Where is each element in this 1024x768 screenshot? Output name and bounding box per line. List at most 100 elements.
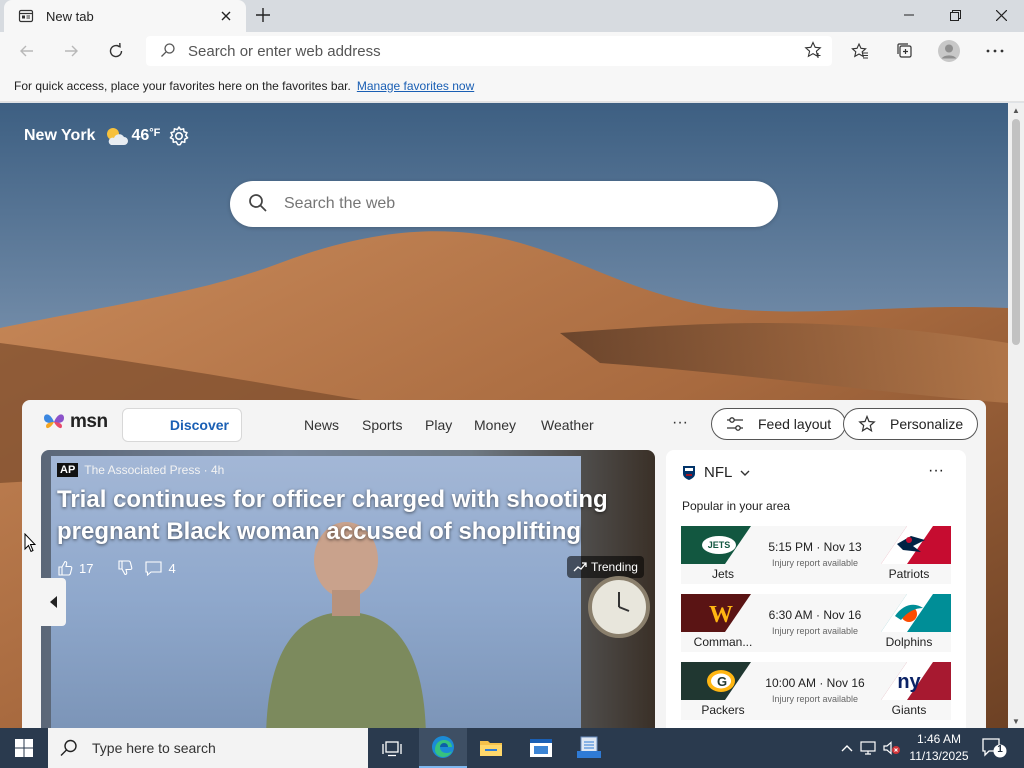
msn-butterfly-icon xyxy=(44,414,64,429)
add-favorite-star-icon[interactable] xyxy=(804,40,822,62)
game-row[interactable]: W 6:30 AM · Nov 16 Injury report availab… xyxy=(681,594,951,652)
window-app-icon xyxy=(530,739,552,757)
jets-logo: JETS xyxy=(681,526,751,564)
more-tabs-button[interactable]: ··· xyxy=(672,414,688,432)
favorites-icon[interactable] xyxy=(845,36,875,66)
game-row[interactable]: JETS 5:15 PM · Nov 13 Injury report avai… xyxy=(681,526,951,584)
comment-count: 4 xyxy=(168,560,176,576)
start-button[interactable] xyxy=(0,728,48,768)
personalize-button[interactable]: Personalize xyxy=(843,408,979,440)
search-icon xyxy=(160,42,176,61)
new-tab-button[interactable] xyxy=(252,4,274,26)
notification-count: 1 xyxy=(997,744,1003,755)
ap-logo: AP xyxy=(57,463,79,477)
volume-muted-icon[interactable] xyxy=(880,741,904,755)
new-tab-page-icon xyxy=(18,8,34,24)
collections-icon[interactable] xyxy=(890,36,920,66)
home-team-name: Comman... xyxy=(693,635,753,649)
svg-text:JETS: JETS xyxy=(708,540,731,550)
manage-favorites-link[interactable]: Manage favorites now xyxy=(357,79,474,93)
tab-discover[interactable]: Discover xyxy=(122,408,242,442)
trending-arrow-icon xyxy=(573,562,587,572)
thumbs-down-icon xyxy=(118,560,133,576)
tab-sports[interactable]: Sports xyxy=(362,417,402,433)
taskbar-documents-button[interactable] xyxy=(565,728,613,768)
tab-news[interactable]: News xyxy=(304,417,339,433)
commanders-logo: W xyxy=(681,594,751,632)
back-button[interactable] xyxy=(12,36,42,66)
comments-button[interactable]: 4 xyxy=(145,561,187,576)
carousel-prev-button[interactable] xyxy=(41,578,66,626)
home-team-name: Packers xyxy=(701,703,745,717)
address-bar[interactable]: Search or enter web address xyxy=(146,36,832,66)
nfl-dropdown[interactable]: NFL xyxy=(682,464,750,481)
like-button[interactable]: 17 xyxy=(57,560,105,576)
page-scrollbar[interactable]: ▲ ▼ xyxy=(1008,103,1024,728)
home-team-name: Jets xyxy=(711,567,734,581)
settings-more-icon[interactable] xyxy=(980,36,1010,66)
scrollbar-thumb[interactable] xyxy=(1012,119,1020,345)
nfl-shield-icon xyxy=(683,465,695,480)
svg-text:G: G xyxy=(717,674,727,689)
away-team-name: Giants xyxy=(891,703,927,717)
web-search-box[interactable]: Search the web xyxy=(230,181,778,227)
svg-text:ny: ny xyxy=(897,671,921,693)
hero-article-card[interactable]: AP The Associated Press · 4h Trial conti… xyxy=(41,450,655,728)
nfl-more-options[interactable]: ··· xyxy=(928,462,944,480)
game-time: 5:15 PM · Nov 13 xyxy=(768,540,862,554)
msn-logo[interactable]: msn xyxy=(42,410,108,434)
windows-logo-icon xyxy=(15,739,33,757)
weather-widget[interactable]: New York 46°F xyxy=(24,125,190,147)
tab-play[interactable]: Play xyxy=(425,417,452,433)
article-source-text: The Associated Press · 4h xyxy=(84,463,225,477)
address-input[interactable]: Search or enter web address xyxy=(188,43,804,60)
page-settings-gear-icon[interactable] xyxy=(168,125,190,147)
nfl-subtitle: Popular in your area xyxy=(682,499,791,513)
dislike-button[interactable] xyxy=(117,560,133,576)
close-tab-icon[interactable] xyxy=(216,6,236,26)
thumbs-up-icon xyxy=(58,560,73,576)
minimize-button[interactable] xyxy=(886,0,932,30)
close-window-button[interactable] xyxy=(978,0,1024,30)
dolphins-logo xyxy=(881,594,951,632)
restore-button[interactable] xyxy=(932,0,978,30)
clock-date: 11/13/2025 xyxy=(909,749,969,763)
taskbar-search-box[interactable]: Type here to search xyxy=(48,728,368,768)
taskbar-clock[interactable]: 1:46 AM 11/13/2025 xyxy=(906,731,972,765)
tab-new-tab[interactable]: New tab xyxy=(4,0,246,32)
action-center-button[interactable]: 1 xyxy=(980,736,1008,760)
web-search-input[interactable]: Search the web xyxy=(284,195,395,213)
chevron-up-icon[interactable] xyxy=(838,744,856,752)
injury-report-text: Injury report available xyxy=(771,694,859,704)
task-view-button[interactable] xyxy=(368,728,416,768)
away-team-name: Dolphins xyxy=(885,635,933,649)
feed-layout-button[interactable]: Feed layout xyxy=(711,408,847,440)
tab-money[interactable]: Money xyxy=(474,417,516,433)
injury-report-text: Injury report available xyxy=(771,626,859,636)
msn-wordmark: msn xyxy=(70,411,108,432)
network-icon[interactable] xyxy=(856,741,880,755)
msn-feed-panel: msn Discover News Sports Play Money Weat… xyxy=(22,400,986,728)
refresh-button[interactable] xyxy=(101,36,131,66)
caret-left-icon xyxy=(49,596,57,608)
taskbar-edge-button[interactable] xyxy=(419,728,467,768)
profile-avatar[interactable] xyxy=(934,36,964,66)
forward-button[interactable] xyxy=(56,36,86,66)
like-count: 17 xyxy=(79,560,94,576)
taskbar-file-explorer-button[interactable] xyxy=(467,728,515,768)
nfl-title: NFL xyxy=(704,464,733,481)
tab-weather[interactable]: Weather xyxy=(541,417,594,433)
sparkle-star-icon xyxy=(858,415,876,433)
wall-clock-image xyxy=(588,576,650,638)
search-icon xyxy=(248,193,268,216)
browser-toolbar: Search or enter web address xyxy=(0,32,1024,70)
taskbar-app-window-button[interactable] xyxy=(517,728,565,768)
chevron-down-icon xyxy=(740,470,750,476)
game-row[interactable]: G ny 10:00 AM · Nov 16 Injury report ava… xyxy=(681,662,951,720)
mouse-cursor xyxy=(24,533,36,553)
article-headline[interactable]: Trial continues for officer charged with… xyxy=(57,484,617,548)
scroll-up-arrow-icon[interactable]: ▲ xyxy=(1008,103,1024,117)
new-tab-page: New York 46°F Search the web msn Discove… xyxy=(0,103,1008,728)
scroll-down-arrow-icon[interactable]: ▼ xyxy=(1008,714,1024,728)
weather-temperature: 46°F xyxy=(131,127,161,144)
